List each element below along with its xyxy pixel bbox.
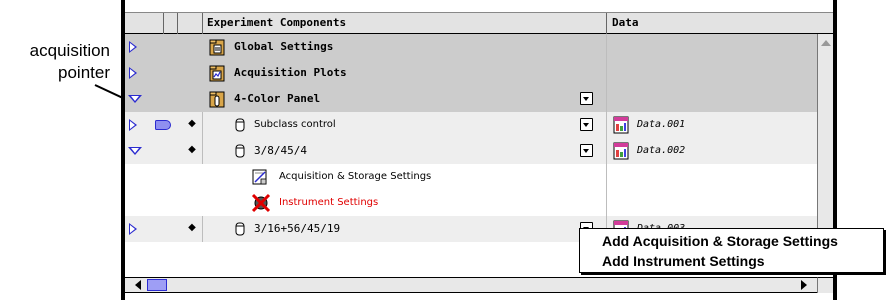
bullet-icon: ◆ — [188, 118, 196, 129]
row-label: Subclass control — [254, 119, 336, 130]
column-divider — [202, 112, 203, 138]
column-divider — [606, 190, 607, 216]
menu-item-add-instrument-settings[interactable]: Add Instrument Settings — [602, 253, 765, 269]
expand-triangle-icon[interactable] — [129, 41, 137, 53]
folder-plots-icon — [209, 65, 225, 82]
row-menu-button[interactable] — [580, 92, 593, 105]
bullet-icon: ◆ — [188, 144, 196, 155]
folder-settings-icon — [209, 39, 225, 56]
row-label: 3/16+56/45/19 — [254, 222, 341, 235]
header-divider — [606, 13, 607, 34]
acquisition-pointer-callout: acquisition pointer — [0, 40, 110, 84]
tube-icon — [235, 118, 245, 132]
expand-triangle-icon[interactable] — [129, 223, 137, 235]
acquisition-pointer-icon[interactable] — [155, 120, 171, 130]
column-divider — [606, 112, 607, 138]
data-file-label[interactable]: Data.002 — [637, 145, 685, 156]
expand-triangle-icon[interactable] — [129, 67, 137, 79]
resize-grip-icon[interactable] — [817, 277, 833, 293]
folder-panel-icon — [209, 91, 225, 108]
data-file-label[interactable]: Data.001 — [637, 119, 685, 130]
callout-line-1: acquisition — [29, 41, 110, 60]
scroll-left-icon[interactable] — [135, 280, 141, 290]
collapse-triangle-icon[interactable] — [128, 95, 142, 103]
data-column-title[interactable]: Data — [612, 16, 639, 29]
column-divider — [606, 86, 607, 112]
header-divider — [163, 13, 164, 34]
data-file-icon[interactable] — [613, 142, 629, 160]
crossed-out-icon — [251, 193, 271, 213]
row-menu-button[interactable] — [580, 144, 593, 157]
settings-doc-icon — [252, 169, 267, 185]
scroll-thumb[interactable] — [147, 279, 167, 291]
expand-triangle-icon[interactable] — [129, 119, 137, 131]
column-divider — [202, 216, 203, 242]
row-menu-button[interactable] — [580, 118, 593, 131]
list-row-instrument-settings[interactable]: Instrument Settings — [125, 190, 817, 216]
collapse-triangle-icon[interactable] — [128, 147, 142, 155]
column-header: Experiment Components Data — [125, 12, 833, 34]
tube-icon — [235, 144, 245, 158]
row-label: Instrument Settings — [279, 197, 379, 208]
column-divider — [606, 34, 607, 60]
callout-line-2: pointer — [58, 63, 110, 82]
row-label: Global Settings — [234, 40, 334, 53]
list-row-3-8-45-4[interactable]: ◆ 3/8/45/4 Data.002 — [125, 138, 817, 164]
menu-item-add-acquisition-storage-settings[interactable]: Add Acquisition & Storage Settings — [602, 233, 838, 249]
list-row-4-color-panel[interactable]: 4-Color Panel — [125, 86, 817, 112]
column-divider — [202, 138, 203, 164]
row-label: 4-Color Panel — [234, 92, 321, 105]
add-settings-popup-menu: Add Acquisition & Storage Settings Add I… — [579, 228, 884, 273]
tube-icon — [235, 222, 245, 236]
row-label: Acquisition Plots — [234, 66, 347, 79]
scroll-up-icon[interactable] — [821, 40, 831, 46]
horizontal-scrollbar[interactable] — [125, 277, 817, 293]
header-divider — [177, 13, 178, 34]
column-divider — [606, 60, 607, 86]
components-column-title[interactable]: Experiment Components — [207, 16, 346, 29]
scroll-right-icon[interactable] — [801, 280, 807, 290]
list-row-acquisition-plots[interactable]: Acquisition Plots — [125, 60, 817, 86]
data-file-icon[interactable] — [613, 116, 629, 134]
bullet-icon: ◆ — [188, 222, 196, 233]
column-divider — [606, 164, 607, 190]
column-divider — [606, 138, 607, 164]
list-row-subclass-control[interactable]: ◆ Subclass control Data.001 — [125, 112, 817, 138]
header-divider — [202, 13, 203, 34]
list-row-acquisition-storage-settings[interactable]: Acquisition & Storage Settings — [125, 164, 817, 190]
row-label: 3/8/45/4 — [254, 144, 307, 157]
list-row-global-settings[interactable]: Global Settings — [125, 34, 817, 60]
row-label: Acquisition & Storage Settings — [279, 171, 432, 182]
